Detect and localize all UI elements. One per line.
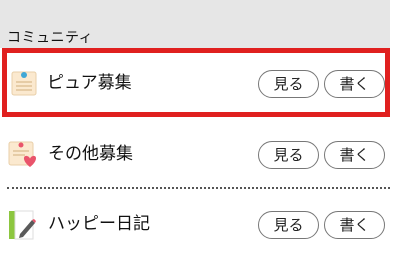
diary-pencil-icon	[8, 210, 36, 240]
write-button[interactable]: 書く	[324, 211, 385, 239]
view-button[interactable]: 見る	[258, 141, 319, 169]
menu-row-label: ハッピー日記	[48, 214, 150, 234]
view-button[interactable]: 見る	[258, 211, 319, 239]
menu-row-label: ピュア募集	[47, 73, 132, 93]
notepad-heart-icon	[8, 139, 37, 167]
menu-row-happy-diary[interactable]: ハッピー日記 見る 書く	[0, 196, 390, 254]
view-button[interactable]: 見る	[258, 70, 319, 98]
menu-row-pure-recruit[interactable]: ピュア募集 見る 書く	[2, 48, 390, 117]
menu-row-other-recruit[interactable]: その他募集 見る 書く	[0, 125, 390, 183]
section-title: コミュニティ	[7, 30, 94, 46]
notepad-pin-icon	[11, 69, 39, 97]
menu-row-label: その他募集	[48, 144, 133, 164]
write-button[interactable]: 書く	[324, 70, 385, 98]
write-button[interactable]: 書く	[324, 141, 385, 169]
row-divider	[7, 187, 390, 189]
